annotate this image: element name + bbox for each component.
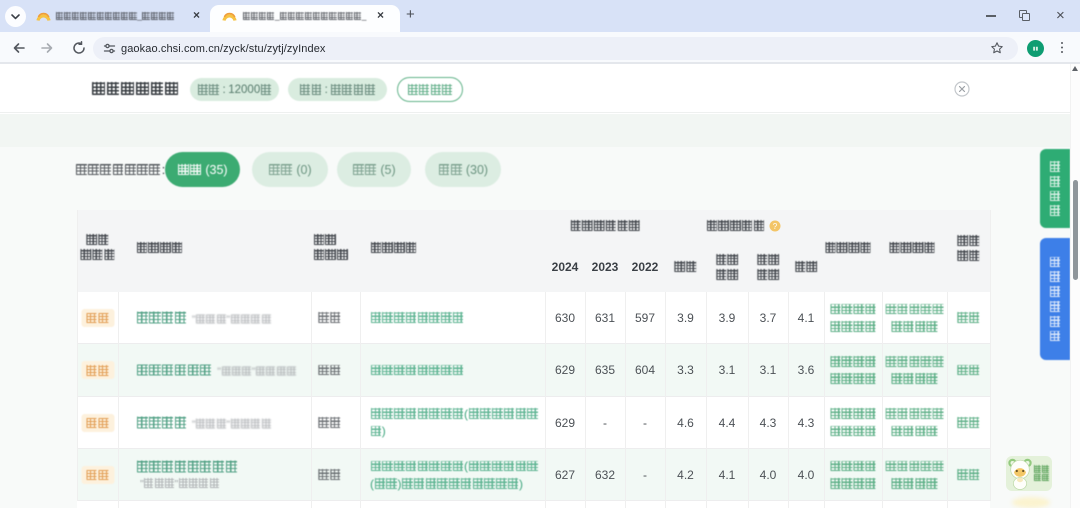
- svg-text:?: ?: [773, 221, 778, 230]
